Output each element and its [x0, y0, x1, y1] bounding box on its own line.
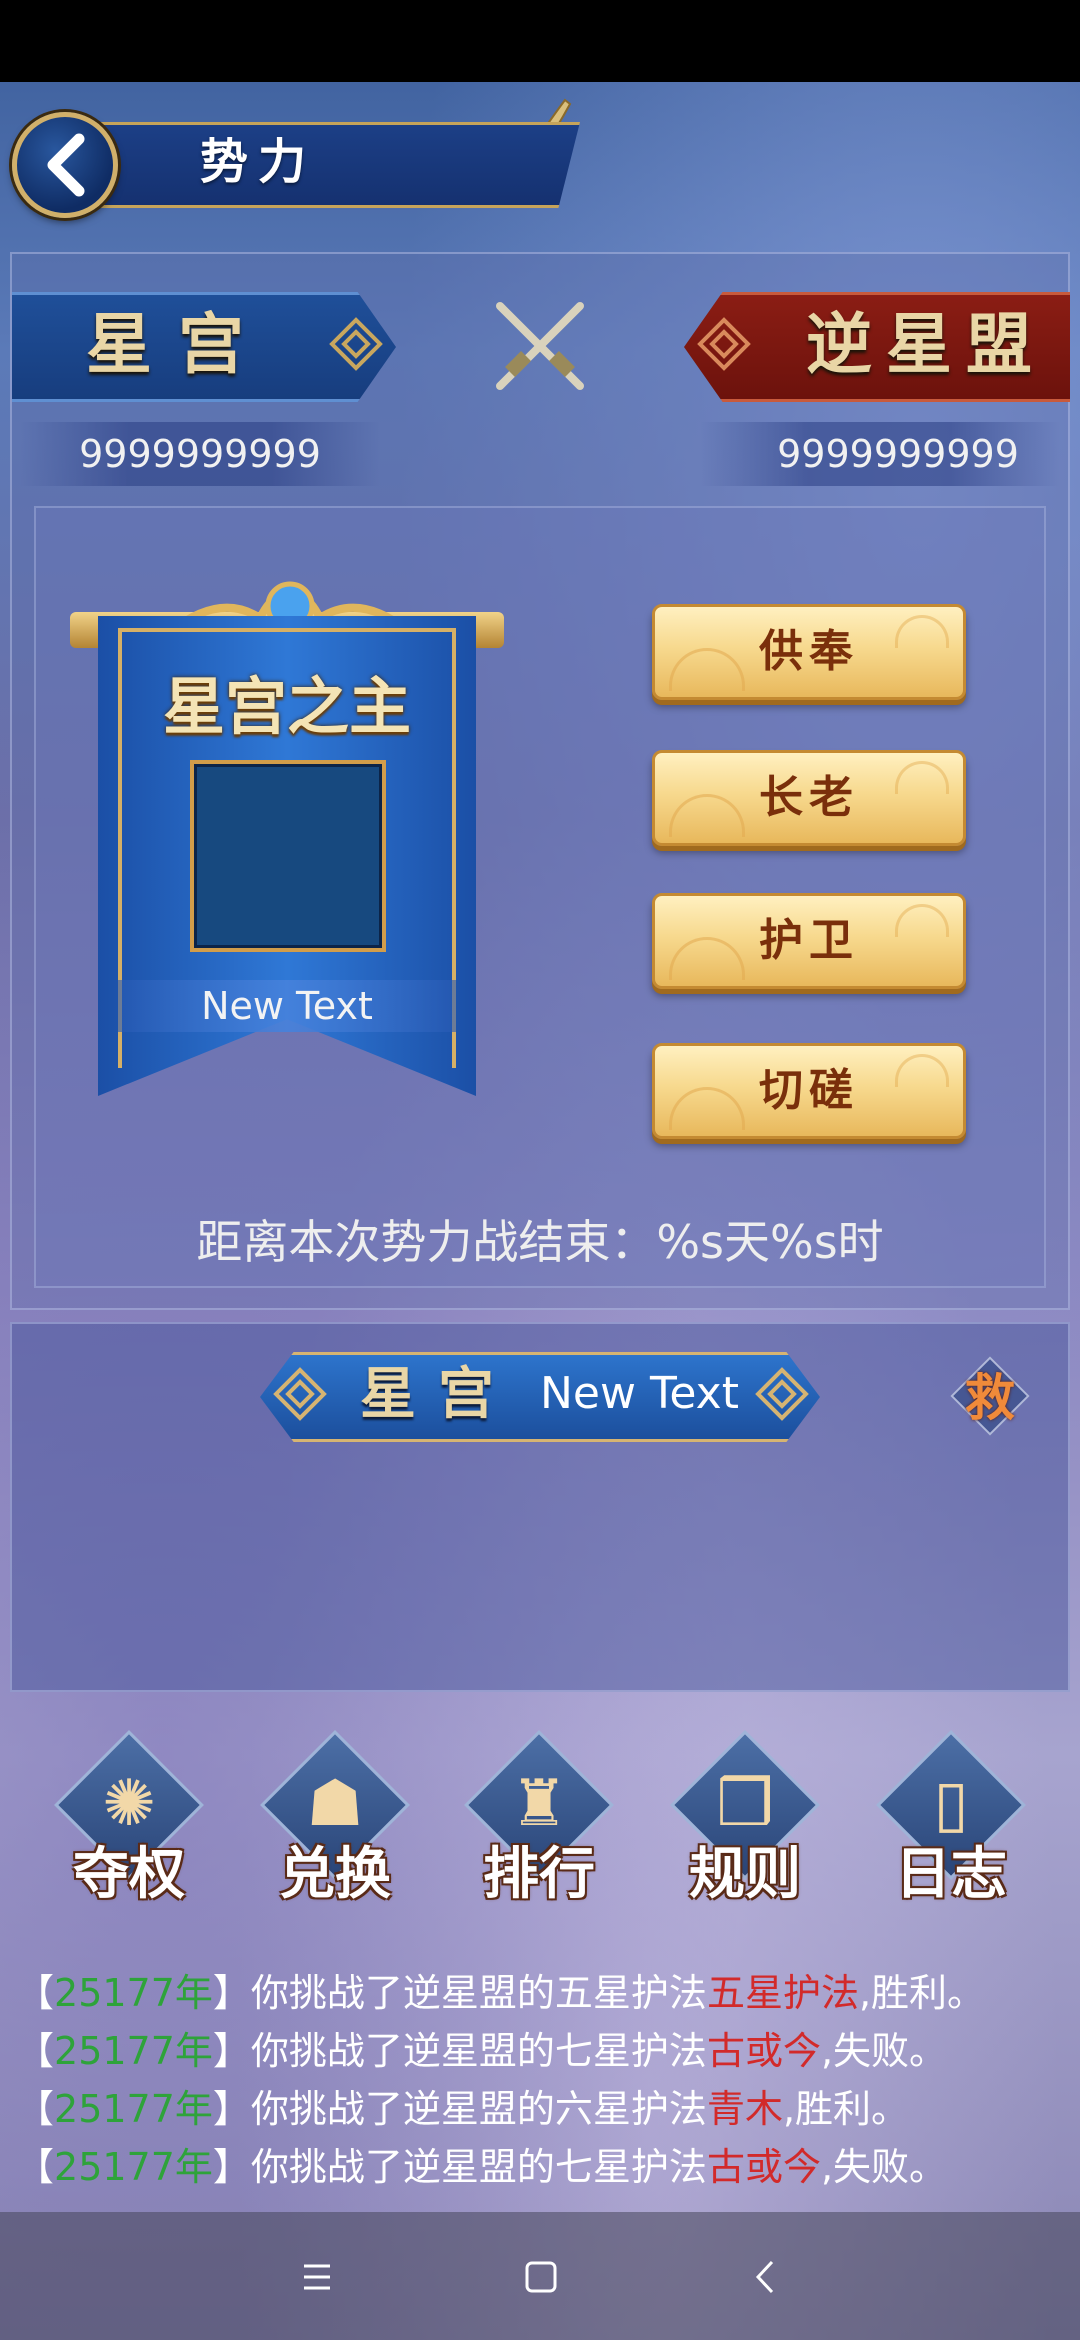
- log-line: 【25177年】你挑战了逆星盟的六星护法青木,胜利。: [16, 2087, 910, 2131]
- log-line: 【25177年】你挑战了逆星盟的七星护法古或今,失败。: [16, 2145, 948, 2189]
- rules-button[interactable]: ❒ 规则: [670, 1730, 820, 1912]
- home-icon[interactable]: [506, 2242, 576, 2312]
- button-label: 长老: [759, 772, 859, 823]
- exchange-button[interactable]: ☗ 兑换: [260, 1730, 410, 1912]
- log-text: 你挑战了逆星盟的七星护法: [250, 2145, 707, 2189]
- elder-button[interactable]: 长老: [652, 750, 966, 846]
- leader-avatar[interactable]: [190, 760, 386, 952]
- system-nav-bar: [0, 2212, 1080, 2340]
- team-name-right: 逆星盟: [806, 305, 1046, 383]
- back-button[interactable]: [12, 112, 118, 218]
- button-label: 供奉: [759, 626, 859, 677]
- action-label: 规则: [689, 1841, 801, 1907]
- leader-name: New Text: [201, 984, 373, 1028]
- action-label: 日志: [895, 1841, 1007, 1907]
- log-year: 25177年: [54, 2087, 213, 2131]
- button-label: 护卫: [759, 915, 859, 966]
- action-label: 兑换: [279, 1841, 391, 1907]
- battle-log: 【25177年】你挑战了逆星盟的五星护法五星护法,胜利。 【25177年】你挑战…: [16, 1964, 1066, 2196]
- chevron-left-icon: [47, 133, 85, 197]
- log-result: ,胜利。: [782, 2087, 910, 2131]
- back-nav-icon[interactable]: [732, 2242, 802, 2312]
- fret-ornament-icon: [329, 317, 383, 371]
- log-result: ,失败。: [820, 2029, 948, 2073]
- log-year: 25177年: [54, 2029, 213, 2073]
- action-label: 夺权: [73, 1841, 185, 1907]
- log-text: 你挑战了逆星盟的六星护法: [250, 2087, 707, 2131]
- log-opponent: 古或今: [706, 2029, 821, 2073]
- crossed-swords-icon: [496, 302, 584, 390]
- save-icon[interactable]: 救: [948, 1356, 1032, 1436]
- ranking-button[interactable]: ♜ 排行: [464, 1730, 614, 1912]
- save-icon-label: 救: [965, 1368, 1015, 1427]
- menu-icon[interactable]: [282, 2242, 352, 2312]
- log-year: 25177年: [54, 1971, 213, 2015]
- score-right: 9999999999: [777, 432, 1019, 476]
- log-result: ,失败。: [820, 2145, 948, 2189]
- action-label: 排行: [483, 1841, 595, 1907]
- log-text: 你挑战了逆星盟的五星护法: [250, 1971, 707, 2015]
- fret-ornament-icon: [755, 1367, 809, 1421]
- countdown-text: 距离本次势力战结束：%s天%s时: [196, 1215, 884, 1269]
- button-label: 切磋: [759, 1065, 859, 1116]
- page-title: 势力: [200, 134, 317, 190]
- log-text: 你挑战了逆星盟的七星护法: [250, 2029, 707, 2073]
- log-opponent: 五星护法: [706, 1971, 859, 2015]
- log-line: 【25177年】你挑战了逆星盟的七星护法古或今,失败。: [16, 2029, 948, 2073]
- log-button[interactable]: ▯ 日志: [876, 1730, 1026, 1912]
- sub-team-text: New Text: [540, 1368, 739, 1419]
- guard-button[interactable]: 护卫: [652, 893, 966, 989]
- log-year: 25177年: [54, 2145, 213, 2189]
- sub-team-name: 星宫: [360, 1361, 516, 1427]
- team-name-left: 星宫: [86, 305, 270, 383]
- log-opponent: 古或今: [706, 2145, 821, 2189]
- log-line: 【25177年】你挑战了逆星盟的五星护法五星护法,胜利。: [16, 1971, 986, 2015]
- fret-ornament-icon: [697, 317, 751, 371]
- log-opponent: 青木: [706, 2087, 783, 2131]
- log-result: ,胜利。: [858, 1971, 986, 2015]
- seize-power-button[interactable]: ✺ 夺权: [54, 1730, 204, 1912]
- banner-title: 星宫之主: [162, 670, 411, 743]
- offering-button[interactable]: 供奉: [652, 604, 966, 700]
- spar-button[interactable]: 切磋: [652, 1043, 966, 1139]
- status-bar: [0, 0, 1080, 82]
- fret-ornament-icon: [273, 1367, 327, 1421]
- score-left: 9999999999: [79, 432, 321, 476]
